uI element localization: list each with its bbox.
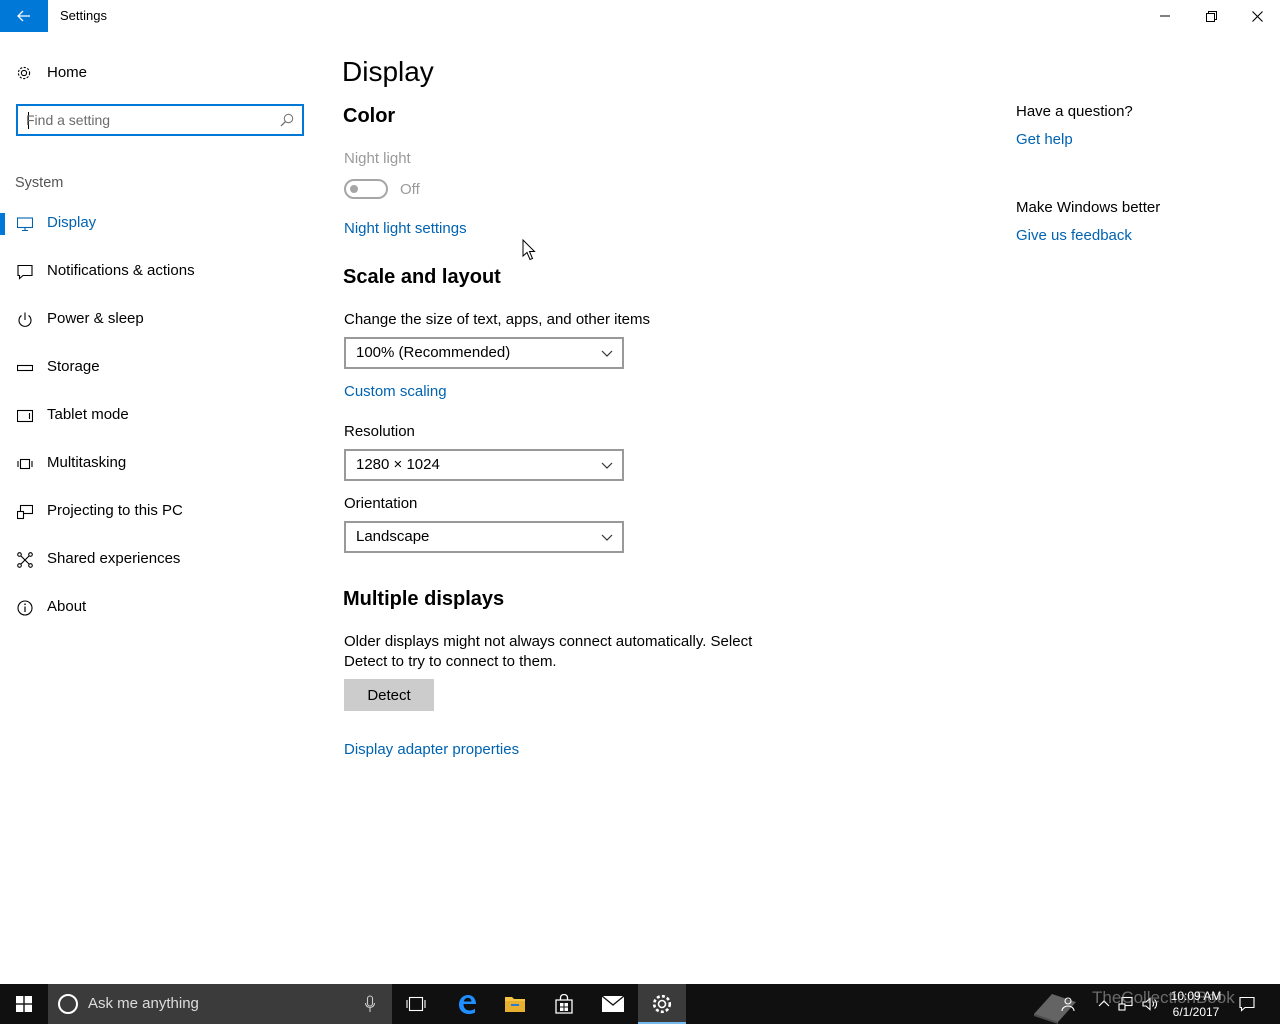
windows-logo-icon	[16, 996, 32, 1012]
people-icon[interactable]	[1060, 996, 1076, 1012]
sidebar-item-projecting[interactable]: Projecting to this PC	[0, 492, 320, 532]
display-adapter-link[interactable]: Display adapter properties	[344, 741, 519, 758]
size-label: Change the size of text, apps, and other…	[344, 311, 651, 328]
mail-taskbar-button[interactable]	[589, 984, 637, 1024]
multiple-displays-description: Older displays might not always connect …	[344, 633, 753, 670]
sidebar-item-label: About	[47, 598, 87, 615]
cortana-search-box[interactable]: Ask me anything	[48, 984, 392, 1024]
scale-value: 100% (Recommended)	[356, 344, 511, 361]
back-arrow-icon	[17, 10, 30, 22]
gear-icon	[652, 994, 672, 1014]
taskbar: Ask me anything TheCollectionBook 10:09 …	[0, 984, 1280, 1024]
page-title: Display	[342, 56, 434, 87]
action-center-icon[interactable]	[1239, 996, 1255, 1012]
folder-icon	[505, 997, 525, 1012]
restore-button[interactable]	[1188, 0, 1234, 32]
mail-icon	[601, 995, 625, 1012]
sidebar-item-label: Tablet mode	[47, 406, 129, 423]
resolution-label: Resolution	[344, 423, 415, 440]
home-label: Home	[47, 64, 88, 81]
sidebar-item-notifications[interactable]: Notifications & actions	[0, 252, 320, 292]
get-help-link[interactable]: Get help	[1016, 131, 1073, 148]
selection-indicator	[0, 213, 5, 235]
cortana-search-text: Ask me anything	[88, 995, 199, 1012]
store-taskbar-button[interactable]	[540, 984, 588, 1024]
detect-button[interactable]: Detect	[344, 679, 434, 711]
task-view-button[interactable]	[392, 984, 440, 1024]
sidebar-item-label: Power & sleep	[47, 310, 144, 327]
sidebar-item-label: Storage	[47, 358, 100, 375]
sidebar-item-tablet[interactable]: Tablet mode	[0, 396, 320, 436]
chevron-down-icon	[601, 534, 613, 541]
sidebar-item-about[interactable]: About	[0, 588, 320, 628]
info-icon	[17, 600, 33, 616]
projecting-icon	[17, 504, 33, 520]
edge-icon	[459, 995, 476, 1014]
custom-scaling-link[interactable]: Custom scaling	[344, 383, 447, 400]
gear-icon	[17, 66, 31, 80]
settings-taskbar-button[interactable]	[638, 984, 686, 1024]
title-bar: Settings	[0, 0, 1280, 32]
window-title: Settings	[60, 8, 107, 23]
sidebar-item-storage[interactable]: Storage	[0, 348, 320, 388]
search-input[interactable]	[26, 110, 276, 130]
file-explorer-taskbar-button[interactable]	[491, 984, 539, 1024]
power-icon	[18, 312, 32, 327]
multitasking-icon	[17, 458, 33, 470]
minimize-button[interactable]	[1142, 0, 1188, 32]
home-nav-item[interactable]: Home	[0, 56, 320, 90]
feedback-heading: Make Windows better	[1016, 199, 1161, 216]
close-icon	[1251, 10, 1263, 22]
scale-layout-heading: Scale and layout	[343, 266, 501, 288]
clock-date: 6/1/2017	[1172, 1005, 1220, 1019]
sidebar-item-label: Shared experiences	[47, 550, 181, 567]
monitor-icon	[17, 217, 33, 232]
night-light-toggle[interactable]	[344, 179, 388, 199]
mouse-cursor-icon	[522, 239, 536, 261]
give-feedback-link[interactable]: Give us feedback	[1016, 227, 1132, 244]
back-button[interactable]	[0, 0, 48, 32]
night-light-label: Night light	[344, 150, 411, 167]
group-label-system: System	[15, 175, 64, 191]
scale-dropdown[interactable]: 100% (Recommended)	[344, 337, 624, 369]
tablet-icon	[17, 409, 33, 423]
storage-icon	[17, 364, 33, 372]
orientation-label: Orientation	[344, 495, 418, 512]
cortana-icon	[58, 994, 78, 1014]
restore-icon	[1205, 10, 1217, 22]
orientation-dropdown[interactable]: Landscape	[344, 521, 624, 553]
close-button[interactable]	[1234, 0, 1280, 32]
task-view-icon	[406, 996, 426, 1012]
sidebar-item-shared[interactable]: Shared experiences	[0, 540, 320, 580]
sidebar-item-label: Display	[47, 214, 97, 231]
start-button[interactable]	[0, 984, 48, 1024]
minimize-icon	[1160, 15, 1170, 17]
sidebar-item-multitasking[interactable]: Multitasking	[0, 444, 320, 484]
sidebar-item-power[interactable]: Power & sleep	[0, 300, 320, 340]
sidebar-item-display[interactable]: Display	[0, 204, 320, 244]
sidebar-item-label: Projecting to this PC	[47, 502, 183, 519]
microphone-icon[interactable]	[364, 995, 376, 1013]
store-bag-icon	[555, 994, 573, 1014]
chevron-down-icon	[601, 462, 613, 469]
night-light-settings-link[interactable]: Night light settings	[344, 220, 467, 237]
search-box[interactable]	[16, 104, 304, 136]
orientation-value: Landscape	[356, 528, 430, 545]
shared-icon	[17, 552, 33, 568]
color-heading: Color	[343, 105, 396, 127]
chevron-down-icon	[601, 350, 613, 357]
taskbar-clock[interactable]: 10:09 AM 6/1/2017	[1166, 988, 1226, 1020]
sidebar-item-label: Multitasking	[47, 454, 127, 471]
search-icon[interactable]	[280, 113, 294, 127]
help-heading: Have a question?	[1016, 103, 1133, 120]
sidebar-item-label: Notifications & actions	[47, 262, 195, 279]
resolution-value: 1280 × 1024	[356, 456, 440, 473]
edge-taskbar-button[interactable]	[443, 984, 491, 1024]
message-icon	[17, 264, 33, 280]
multiple-displays-heading: Multiple displays	[343, 588, 505, 610]
clock-time: 10:09 AM	[1170, 989, 1222, 1003]
night-light-state: Off	[400, 181, 420, 198]
resolution-dropdown[interactable]: 1280 × 1024	[344, 449, 624, 481]
toggle-knob	[350, 185, 358, 193]
